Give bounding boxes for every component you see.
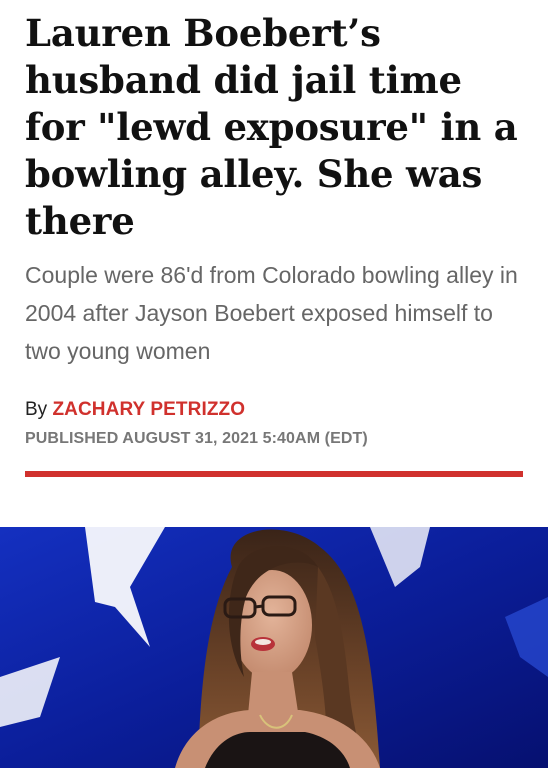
byline: By ZACHARY PETRIZZO <box>25 398 245 422</box>
author-link[interactable]: ZACHARY PETRIZZO <box>52 399 245 420</box>
article-header: Lauren Boebert’s husband did jail time f… <box>0 0 548 527</box>
byline-prefix: By <box>25 399 53 420</box>
hero-photo-illustration <box>0 527 548 768</box>
article-subheadline: Couple were 86'd from Colorado bowling a… <box>25 262 518 364</box>
published-date: PUBLISHED AUGUST 31, 2021 5:40AM (EDT) <box>25 430 368 447</box>
header-divider <box>25 471 523 477</box>
hero-photo <box>0 527 548 768</box>
article-headline: Lauren Boebert’s husband did jail time f… <box>25 11 518 243</box>
